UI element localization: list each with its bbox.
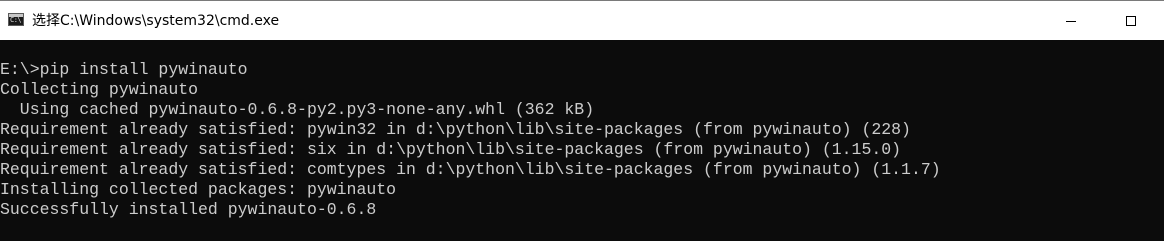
minimize-icon <box>1066 20 1076 22</box>
cmd-icon: C:\ <box>8 13 24 26</box>
console-line: Requirement already satisfied: six in d:… <box>0 140 902 159</box>
console-line: Requirement already satisfied: pywin32 i… <box>0 120 911 139</box>
console-line: Collecting pywinauto <box>0 80 199 99</box>
console-line: E:\>pip install pywinauto <box>0 60 248 79</box>
minimize-button[interactable] <box>1048 1 1094 41</box>
console-line: Requirement already satisfied: comtypes … <box>0 160 941 179</box>
console-output[interactable]: E:\>pip install pywinauto Collecting pyw… <box>0 40 1164 241</box>
console-line: Successfully installed pywinauto-0.6.8 <box>0 200 377 219</box>
console-line: Using cached pywinauto-0.6.8-py2.py3-non… <box>0 100 595 119</box>
console-line: Installing collected packages: pywinauto <box>0 180 397 199</box>
title-bar[interactable]: C:\ 选择C:\Windows\system32\cmd.exe <box>0 0 1164 40</box>
window-title: 选择C:\Windows\system32\cmd.exe <box>32 13 280 29</box>
maximize-icon <box>1126 16 1136 26</box>
maximize-button[interactable] <box>1108 1 1154 41</box>
cmd-icon-text: C:\ <box>10 16 22 24</box>
